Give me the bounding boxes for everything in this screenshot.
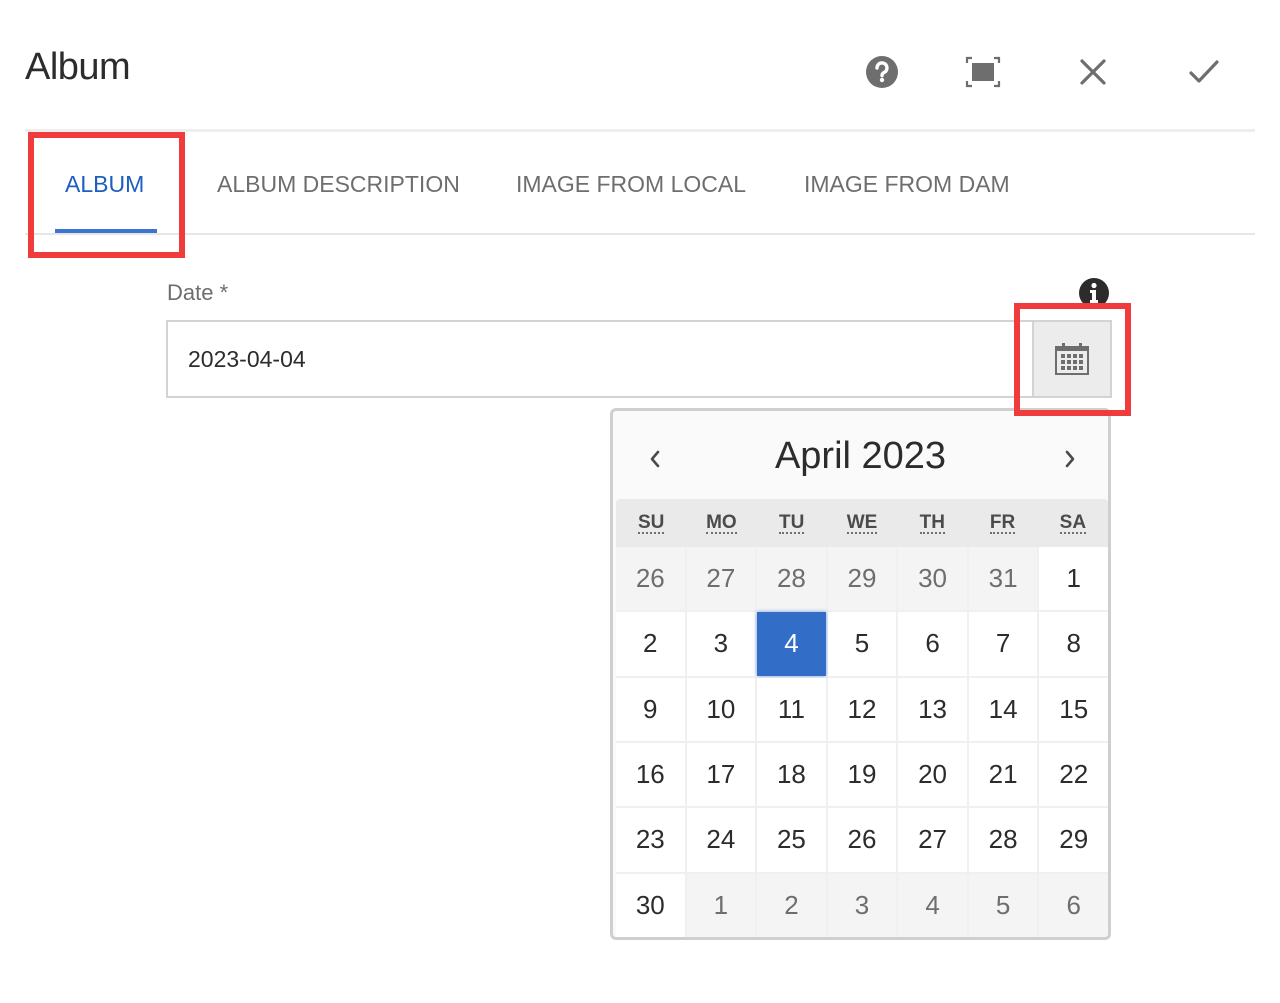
day-cell-other-month[interactable]: 4: [898, 873, 967, 937]
day-cell-other-month[interactable]: 6: [1039, 873, 1108, 937]
help-icon: [866, 56, 898, 88]
help-button[interactable]: [860, 50, 904, 94]
day-cell-other-month[interactable]: 3: [827, 873, 897, 937]
weekday-header: TU: [757, 499, 827, 547]
weekday-abbr: MO: [706, 512, 737, 534]
day-cell[interactable]: 30: [616, 873, 685, 937]
close-icon: [1080, 59, 1106, 85]
dialog-title: Album: [25, 46, 131, 88]
datepicker-popover: April 2023 SU MO TU WE TH FR SA 26 27 28 29 30 31 1 2…: [610, 408, 1111, 940]
day-cell[interactable]: 20: [898, 742, 967, 807]
weekday-header: MO: [686, 499, 756, 547]
next-month-button[interactable]: [1050, 439, 1090, 479]
tab-album-description[interactable]: ALBUM DESCRIPTION: [217, 171, 460, 198]
day-cell[interactable]: 9: [616, 677, 685, 741]
day-cell[interactable]: 10: [686, 677, 756, 741]
day-cell[interactable]: 15: [1039, 677, 1108, 741]
day-cell-other-month[interactable]: 27: [686, 547, 756, 611]
fullscreen-icon: [965, 56, 1001, 88]
day-cell-other-month[interactable]: 2: [757, 873, 826, 937]
day-cell[interactable]: 12: [827, 677, 897, 741]
day-cell-other-month[interactable]: 31: [968, 547, 1038, 611]
month-title: April 2023: [774, 435, 947, 477]
tabs-divider: [25, 233, 1255, 235]
day-cell-selected[interactable]: 4: [757, 612, 826, 676]
day-cell[interactable]: 29: [1039, 808, 1108, 872]
day-cell-other-month[interactable]: 1: [686, 873, 756, 937]
day-cell-other-month[interactable]: 5: [968, 873, 1038, 937]
day-cell[interactable]: 22: [1039, 742, 1108, 807]
weekday-abbr: TH: [919, 512, 945, 534]
day-cell-other-month[interactable]: 29: [827, 547, 897, 611]
fullscreen-button[interactable]: [961, 50, 1005, 94]
weekday-header-row: SU MO TU WE TH FR SA: [616, 499, 1108, 547]
weekday-header: SU: [616, 499, 686, 547]
day-cell[interactable]: 13: [898, 677, 967, 741]
header-divider: [25, 129, 1255, 132]
weekday-header: FR: [967, 499, 1037, 547]
calendar-button[interactable]: [1032, 320, 1112, 398]
day-cell[interactable]: 26: [827, 808, 897, 872]
done-button[interactable]: [1182, 50, 1226, 94]
day-cell[interactable]: 23: [616, 808, 685, 872]
day-cell[interactable]: 25: [757, 808, 826, 872]
day-cell-other-month[interactable]: 26: [616, 547, 685, 611]
day-cell[interactable]: 18: [757, 742, 826, 807]
weekday-header: WE: [827, 499, 897, 547]
weekday-header: SA: [1038, 499, 1108, 547]
day-cell[interactable]: 6: [898, 612, 967, 676]
day-cell[interactable]: 21: [968, 742, 1038, 807]
weekday-abbr: TU: [779, 512, 805, 534]
day-cell[interactable]: 17: [686, 742, 756, 807]
day-cell[interactable]: 8: [1039, 612, 1108, 676]
day-cell[interactable]: 28: [968, 808, 1038, 872]
tab-image-from-local[interactable]: IMAGE FROM LOCAL: [516, 171, 746, 198]
chevron-right-icon: [1065, 450, 1075, 468]
tab-album[interactable]: ALBUM: [65, 171, 144, 198]
weekday-abbr: FR: [989, 512, 1016, 534]
day-cell[interactable]: 11: [757, 677, 826, 741]
day-cell[interactable]: 14: [968, 677, 1038, 741]
tab-list: ALBUM ALBUM DESCRIPTION IMAGE FROM LOCAL…: [25, 133, 1255, 234]
day-cell[interactable]: 27: [898, 808, 967, 872]
day-cell-other-month[interactable]: 28: [757, 547, 826, 611]
day-cell[interactable]: 24: [686, 808, 756, 872]
day-cell[interactable]: 16: [616, 742, 685, 807]
close-button[interactable]: [1071, 50, 1115, 94]
weekday-abbr: WE: [846, 512, 878, 534]
day-cell[interactable]: 3: [686, 612, 756, 676]
day-cell-other-month[interactable]: 30: [898, 547, 967, 611]
day-cell[interactable]: 5: [827, 612, 897, 676]
date-input[interactable]: [166, 320, 1032, 398]
day-cell[interactable]: 19: [827, 742, 897, 807]
day-cell[interactable]: 7: [968, 612, 1038, 676]
check-icon: [1189, 60, 1219, 83]
day-cell[interactable]: 1: [1039, 547, 1108, 611]
weekday-abbr: SU: [637, 512, 665, 534]
calendar-icon: [1055, 343, 1089, 375]
tab-image-from-dam[interactable]: IMAGE FROM DAM: [804, 171, 1010, 198]
weekday-abbr: SA: [1059, 512, 1087, 534]
info-icon[interactable]: [1078, 277, 1110, 309]
weekday-header: TH: [897, 499, 967, 547]
datepicker-header: April 2023: [613, 411, 1108, 499]
day-cell[interactable]: 2: [616, 612, 685, 676]
day-grid: 26 27 28 29 30 31 1 2 3 4 5 6 7 8 9 10 11 12 13 14 15 16 17 18 1…: [616, 547, 1108, 937]
date-field-label: Date *: [167, 280, 229, 305]
